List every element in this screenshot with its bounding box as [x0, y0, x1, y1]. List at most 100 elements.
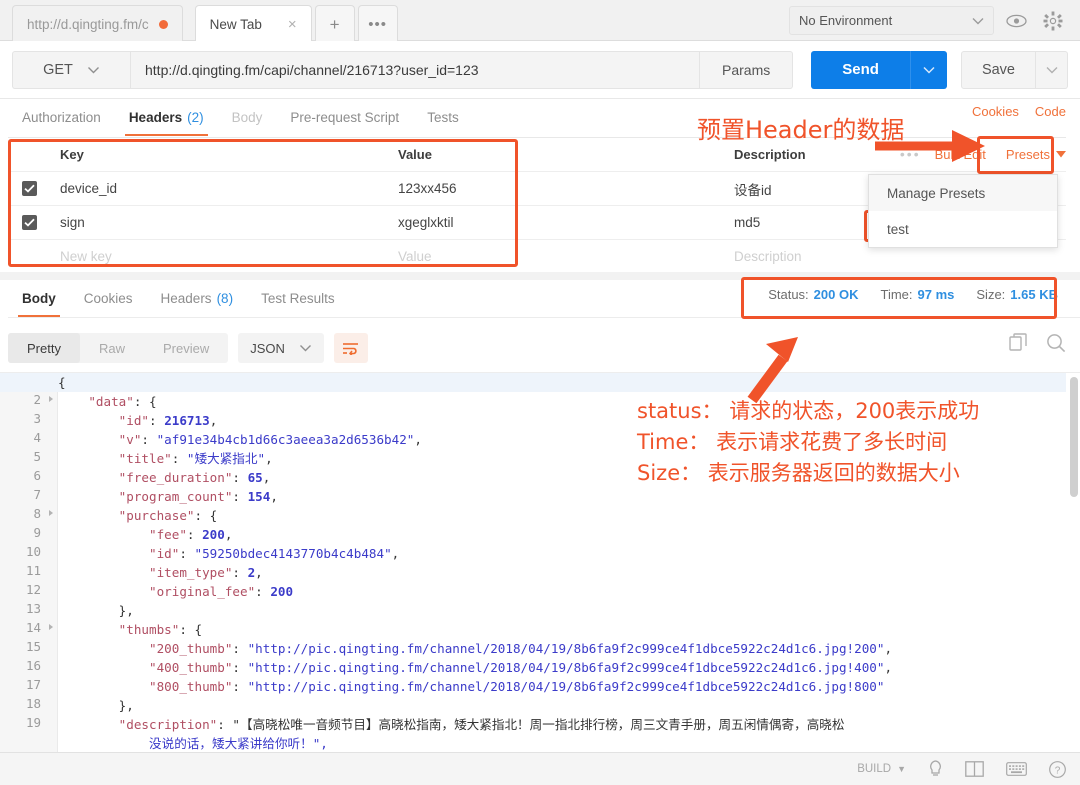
size-label: Size: — [976, 287, 1006, 302]
fold-triangle-icon[interactable] — [49, 510, 53, 516]
chevron-down-icon — [972, 17, 984, 24]
header-key[interactable]: device_id — [50, 181, 386, 196]
presets-button[interactable]: Presets — [1000, 145, 1072, 164]
fold-triangle-icon[interactable] — [49, 624, 53, 630]
status-value: 200 OK — [813, 287, 859, 302]
method-select[interactable]: GET — [12, 50, 130, 89]
code-scrollbar[interactable] — [1070, 377, 1078, 497]
code-line: }, — [58, 603, 134, 618]
row-checkbox[interactable] — [8, 215, 50, 230]
url-bar: GET http://d.qingting.fm/capi/channel/21… — [0, 41, 1080, 99]
row-checkbox[interactable] — [8, 181, 50, 196]
request-tab-bar: http://d.qingting.fm/c New Tab × + ••• N… — [0, 0, 1080, 43]
caret-down-icon — [1056, 150, 1066, 157]
help-icon[interactable]: ? — [1049, 760, 1066, 778]
line-number-gutter: 1234567891011121314151617181920 — [0, 373, 58, 752]
search-icon[interactable] — [1046, 333, 1066, 358]
new-description-input[interactable]: Description — [722, 249, 1066, 264]
tab-pre-request-script[interactable]: Pre-request Script — [276, 99, 413, 136]
code-line: "purchase": { — [118, 508, 218, 523]
url-input[interactable]: http://d.qingting.fm/capi/channel/216713… — [130, 50, 701, 89]
new-value-input[interactable]: Value — [386, 249, 722, 264]
two-pane-icon[interactable] — [965, 761, 984, 777]
send-button[interactable]: Send — [811, 50, 910, 89]
code-line: 没说的话，矮大紧讲给你听！", — [149, 736, 328, 751]
request-tab-inactive[interactable]: http://d.qingting.fm/c — [12, 5, 183, 43]
line-number: 19 — [25, 715, 41, 730]
line-number: 14 — [0, 620, 57, 639]
copy-icon[interactable] — [1009, 333, 1028, 358]
checkbox-checked-icon — [21, 181, 37, 196]
environment-select[interactable]: No Environment — [789, 6, 994, 35]
request-tab-label: http://d.qingting.fm/c — [27, 17, 149, 32]
line-number: 15 — [25, 639, 41, 654]
annotation-status-line-2: Time： 表示请求花费了多长时间 — [637, 430, 948, 454]
more-options-icon[interactable]: ••• — [900, 146, 921, 162]
new-key-input[interactable]: New key — [50, 249, 386, 264]
status-label: Status: — [768, 287, 809, 302]
format-label: JSON — [250, 340, 285, 356]
cookies-link[interactable]: Cookies — [972, 104, 1019, 119]
tab-response-body[interactable]: Body — [8, 280, 70, 317]
fold-triangle-icon[interactable] — [49, 396, 53, 402]
tab-count: (2) — [187, 110, 204, 125]
presets-dropdown-menu: Manage Presets test — [868, 174, 1058, 248]
tab-label: Cookies — [83, 291, 133, 306]
params-button[interactable]: Params — [700, 50, 794, 89]
view-preview[interactable]: Preview — [144, 333, 228, 363]
line-number: 18 — [25, 696, 41, 711]
presets-label: Presets — [1005, 146, 1050, 162]
response-divider — [0, 272, 1080, 280]
format-select[interactable]: JSON — [238, 333, 324, 363]
line-number: 5 — [33, 449, 41, 464]
tab-authorization[interactable]: Authorization — [8, 99, 115, 136]
gear-icon[interactable] — [1038, 6, 1068, 35]
view-mode-segment: Pretty Raw Preview — [8, 333, 229, 363]
send-group: Send — [811, 50, 947, 89]
environment-area: No Environment — [789, 0, 1072, 41]
code-link[interactable]: Code — [1035, 104, 1066, 119]
tab-options-icon[interactable]: ••• — [357, 5, 398, 43]
eye-icon[interactable] — [1001, 6, 1031, 35]
header-key[interactable]: sign — [50, 215, 386, 230]
line-number: 3 — [33, 411, 41, 426]
header-value[interactable]: 123xx456 — [386, 181, 722, 196]
headers-actions: ••• Bulk Edit Presets — [900, 137, 1072, 171]
response-body-actions — [1009, 333, 1066, 358]
tab-response-cookies[interactable]: Cookies — [70, 280, 147, 317]
menu-item-test[interactable]: test — [869, 211, 1057, 247]
keyboard-icon[interactable] — [1006, 762, 1027, 776]
new-tab-button[interactable]: + — [314, 5, 355, 43]
header-value[interactable]: xgeglxktil — [386, 215, 722, 230]
tab-headers[interactable]: Headers (2) — [115, 99, 218, 136]
column-value: Value — [398, 147, 432, 162]
svg-text:?: ? — [1055, 765, 1061, 776]
tab-label: Body — [22, 291, 56, 306]
save-options-button[interactable] — [1036, 50, 1068, 89]
close-icon[interactable]: × — [288, 17, 297, 32]
save-button[interactable]: Save — [960, 50, 1036, 89]
view-raw[interactable]: Raw — [80, 333, 144, 363]
request-tab-active[interactable]: New Tab × — [194, 5, 312, 43]
code-line: "id": "59250bdec4143770b4c4b484", — [149, 546, 400, 561]
tab-response-headers[interactable]: Headers (8) — [147, 280, 248, 317]
tab-tests[interactable]: Tests — [413, 99, 473, 136]
line-number: 12 — [25, 582, 41, 597]
menu-item-manage-presets[interactable]: Manage Presets — [869, 175, 1057, 211]
view-pretty[interactable]: Pretty — [8, 333, 80, 363]
environment-selected-label: No Environment — [799, 13, 893, 28]
build-button[interactable]: BUILD ▼ — [857, 763, 906, 775]
bulk-edit-button[interactable]: Bulk Edit — [935, 147, 986, 162]
line-number: 17 — [25, 677, 41, 692]
tab-test-results[interactable]: Test Results — [247, 280, 349, 317]
word-wrap-icon[interactable] — [333, 333, 368, 363]
line-number: 2 — [0, 392, 57, 411]
lightbulb-icon[interactable] — [928, 760, 943, 778]
code-line: "800_thumb": "http://pic.qingting.fm/cha… — [149, 679, 885, 694]
code-line: "thumbs": { — [118, 622, 203, 637]
tab-label: Body — [231, 110, 263, 125]
response-time: Time: 97 ms — [880, 287, 954, 302]
tab-body[interactable]: Body — [218, 99, 277, 136]
line-number — [0, 734, 57, 752]
send-options-button[interactable] — [909, 50, 947, 89]
